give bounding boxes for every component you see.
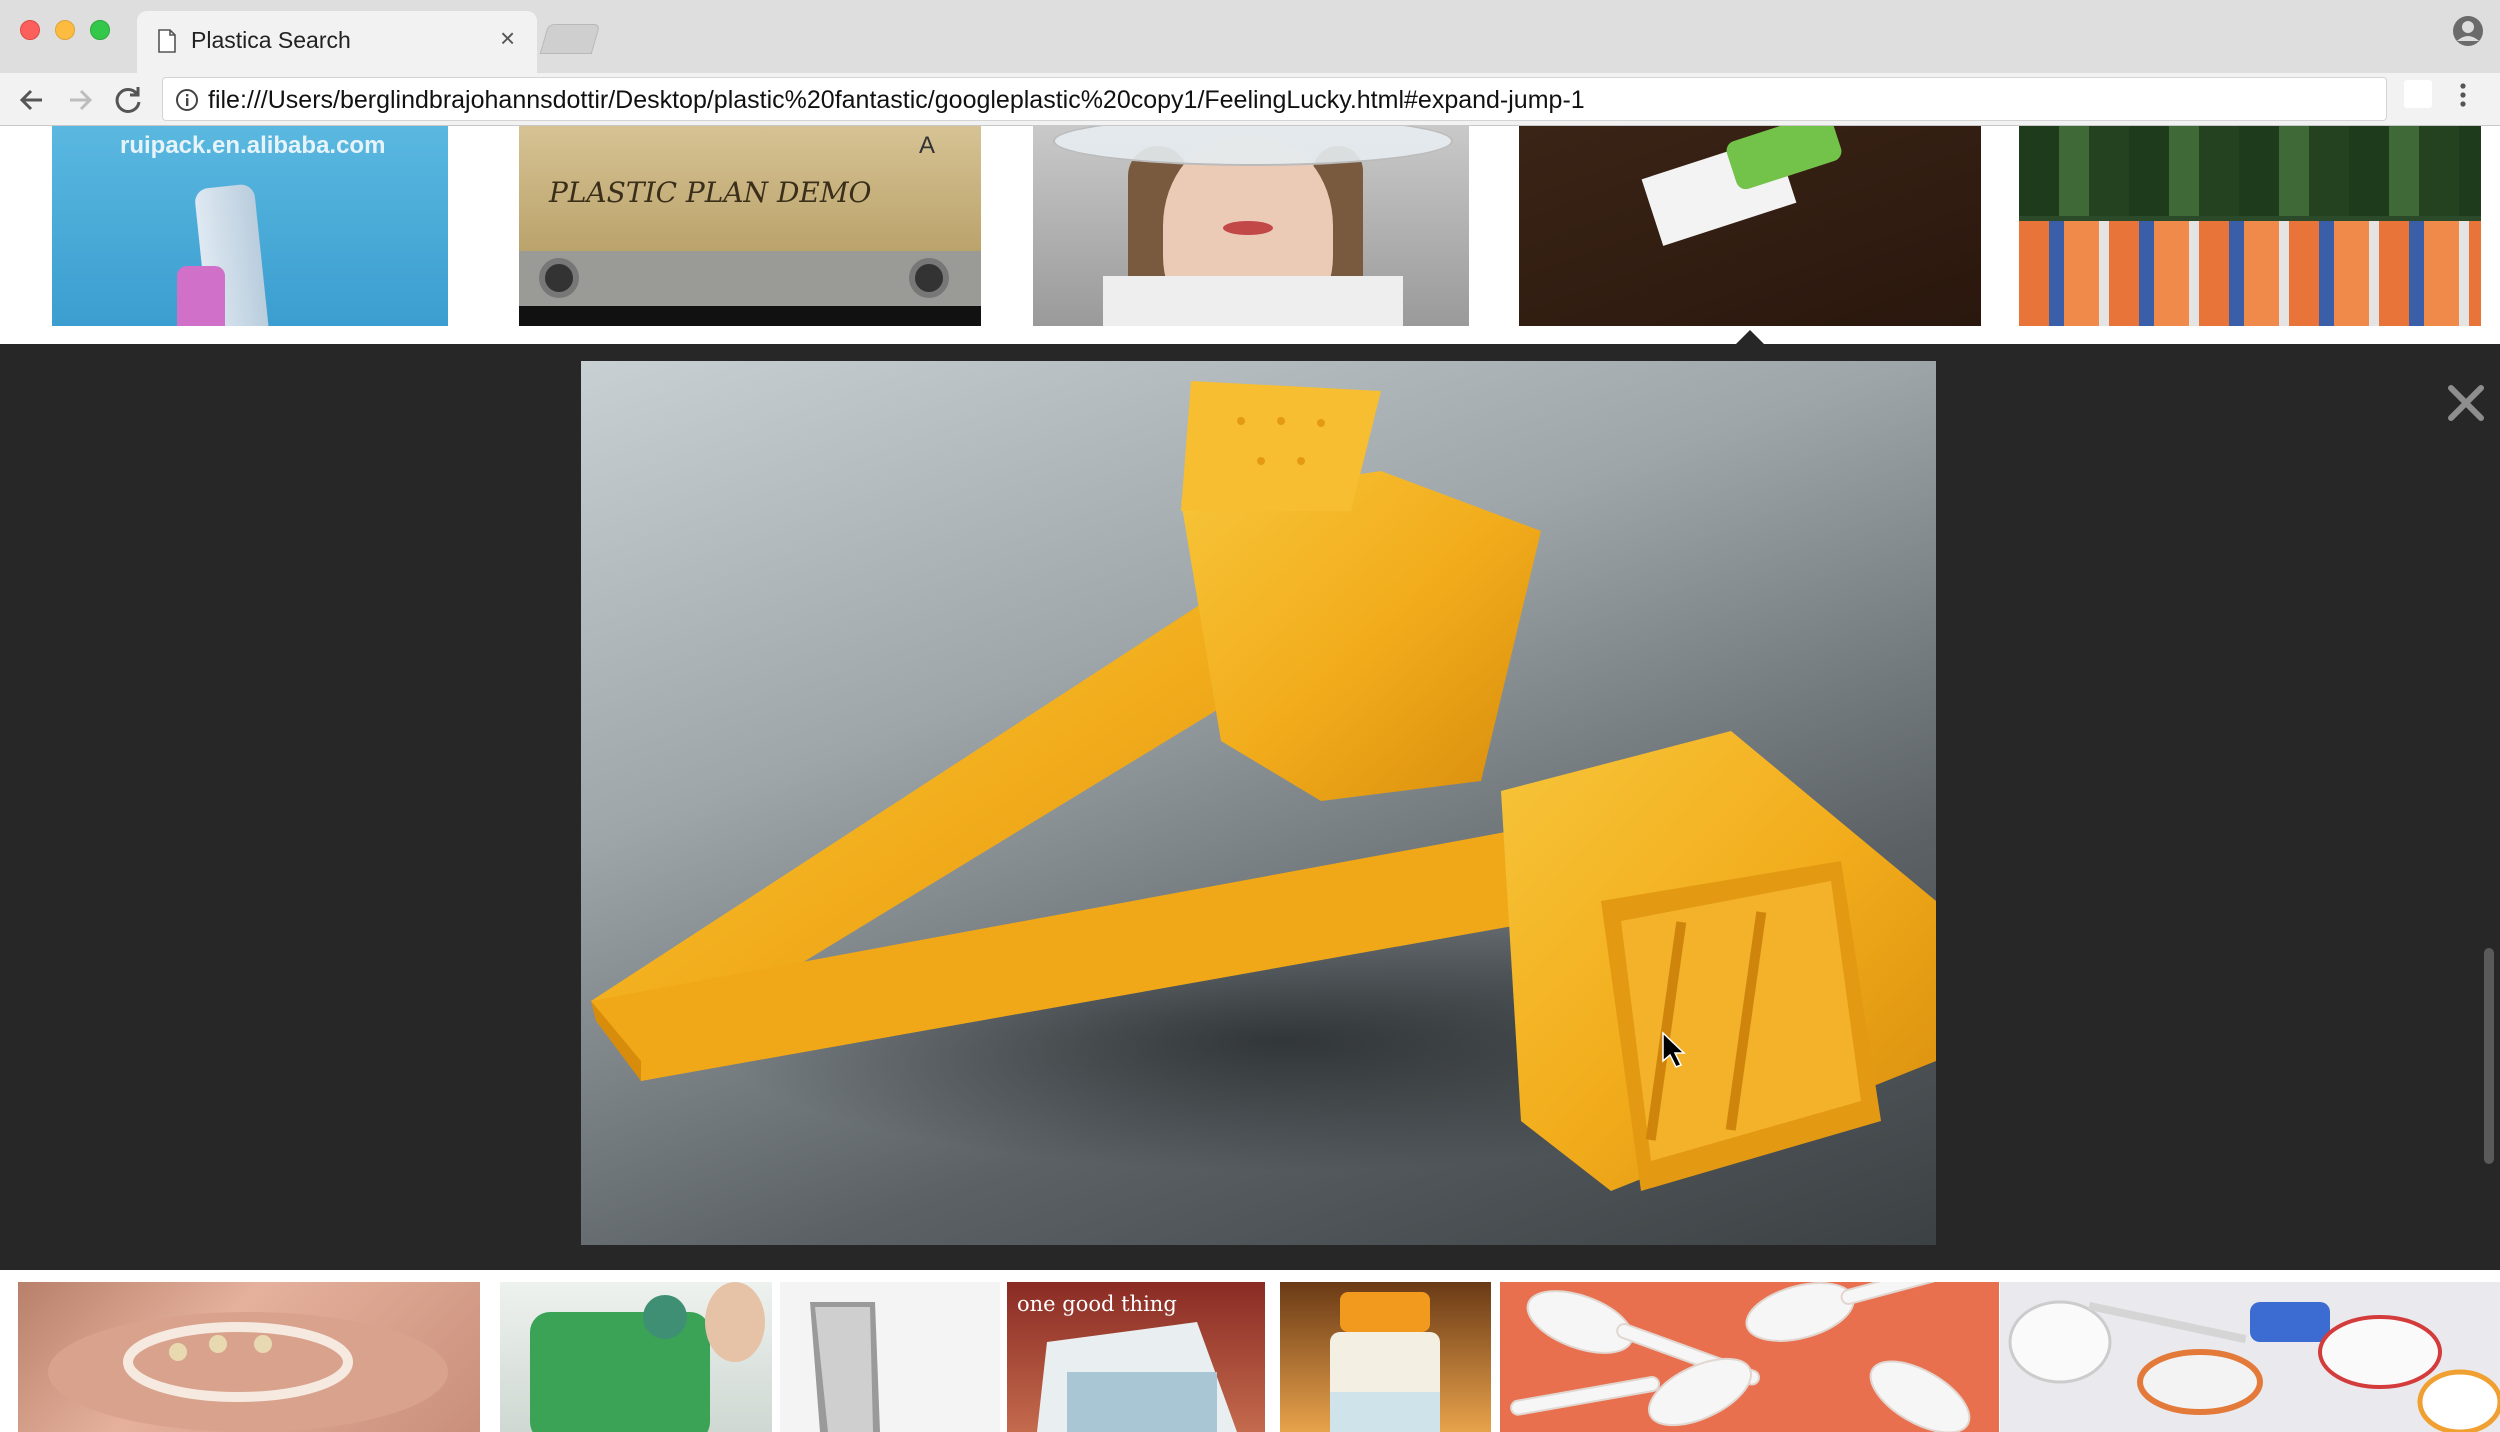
result-thumbnail[interactable] xyxy=(1033,126,1469,326)
selected-indicator-caret xyxy=(1736,330,1764,344)
back-arrow-icon[interactable] xyxy=(12,80,52,120)
zoom-window-button[interactable] xyxy=(90,20,110,40)
page-icon xyxy=(158,29,176,53)
profile-icon[interactable] xyxy=(2452,15,2484,47)
plastic-spoons-image xyxy=(1510,1282,1988,1432)
yellow-plastic-tool-image xyxy=(591,381,1936,1191)
cassette-reel-image xyxy=(909,258,949,298)
wrapped-cucumbers-image xyxy=(2019,126,2481,216)
result-thumbnail[interactable] xyxy=(1280,1282,1491,1432)
plastic-hat-image xyxy=(1053,126,1453,166)
result-thumbnail[interactable] xyxy=(500,1282,772,1432)
result-thumbnail[interactable] xyxy=(2000,1282,2500,1432)
result-thumbnail[interactable] xyxy=(1519,126,1981,326)
stand-image xyxy=(810,1302,880,1432)
results-strip: one good thing xyxy=(0,1282,2500,1432)
result-thumbnail[interactable] xyxy=(780,1282,1000,1432)
url-text[interactable]: file:///Users/berglindbrajohannsdottir/D… xyxy=(208,86,1585,115)
window-titlebar: Plastica Search × xyxy=(0,0,2500,73)
info-icon[interactable] xyxy=(175,88,199,112)
reload-icon[interactable] xyxy=(108,80,148,120)
close-window-button[interactable] xyxy=(20,20,40,40)
browser-toolbar: file:///Users/berglindbrajohannsdottir/D… xyxy=(0,73,2500,126)
address-bar[interactable]: file:///Users/berglindbrajohannsdottir/D… xyxy=(162,77,2387,121)
lips-image xyxy=(1223,221,1273,235)
thumbnail-watermark: ruipack.en.alibaba.com xyxy=(120,132,386,159)
coat-image xyxy=(1103,276,1403,326)
cassette-side-label: A xyxy=(919,132,936,159)
green-liquid-bag-image xyxy=(530,1282,765,1432)
search-results-page: ruipack.en.alibaba.com PLASTIC PLAN DEMO… xyxy=(0,126,2500,1432)
result-thumbnail[interactable]: PLASTIC PLAN DEMO A xyxy=(519,126,981,326)
tab-close-icon[interactable]: × xyxy=(500,23,515,54)
result-thumbnail[interactable]: ruipack.en.alibaba.com xyxy=(52,126,448,326)
extension-icon[interactable] xyxy=(2404,80,2432,108)
result-thumbnail[interactable] xyxy=(2019,126,2481,326)
tab-title: Plastica Search xyxy=(191,27,351,53)
result-thumbnail[interactable] xyxy=(1500,1282,1999,1432)
cassette-edge-image xyxy=(519,306,981,326)
forward-arrow-icon[interactable] xyxy=(60,80,100,120)
close-preview-icon[interactable] xyxy=(2445,382,2487,424)
bottle-cap-image xyxy=(177,266,225,326)
hand-retainer-image xyxy=(48,1312,448,1432)
preview-image[interactable] xyxy=(581,361,1936,1245)
result-thumbnail[interactable]: one good thing xyxy=(1007,1282,1265,1432)
cassette-handwriting: PLASTIC PLAN DEMO xyxy=(549,176,872,209)
shaker-jar-image xyxy=(1330,1292,1440,1432)
new-tab-button[interactable] xyxy=(539,24,601,54)
tab-plastica-search[interactable]: Plastica Search × xyxy=(137,11,537,73)
result-thumbnail[interactable] xyxy=(18,1282,480,1432)
minimize-window-button[interactable] xyxy=(55,20,75,40)
medical-plastic-waste-image xyxy=(2008,1300,2500,1432)
scrollbar-thumb[interactable] xyxy=(2484,948,2494,1164)
image-preview-panel xyxy=(0,344,2500,1270)
menu-dots-icon[interactable] xyxy=(2457,82,2469,108)
cassette-reel-image xyxy=(539,258,579,298)
thumbnail-logo: one good thing xyxy=(1017,1292,1177,1316)
bagged-carrots-image xyxy=(2019,221,2481,326)
